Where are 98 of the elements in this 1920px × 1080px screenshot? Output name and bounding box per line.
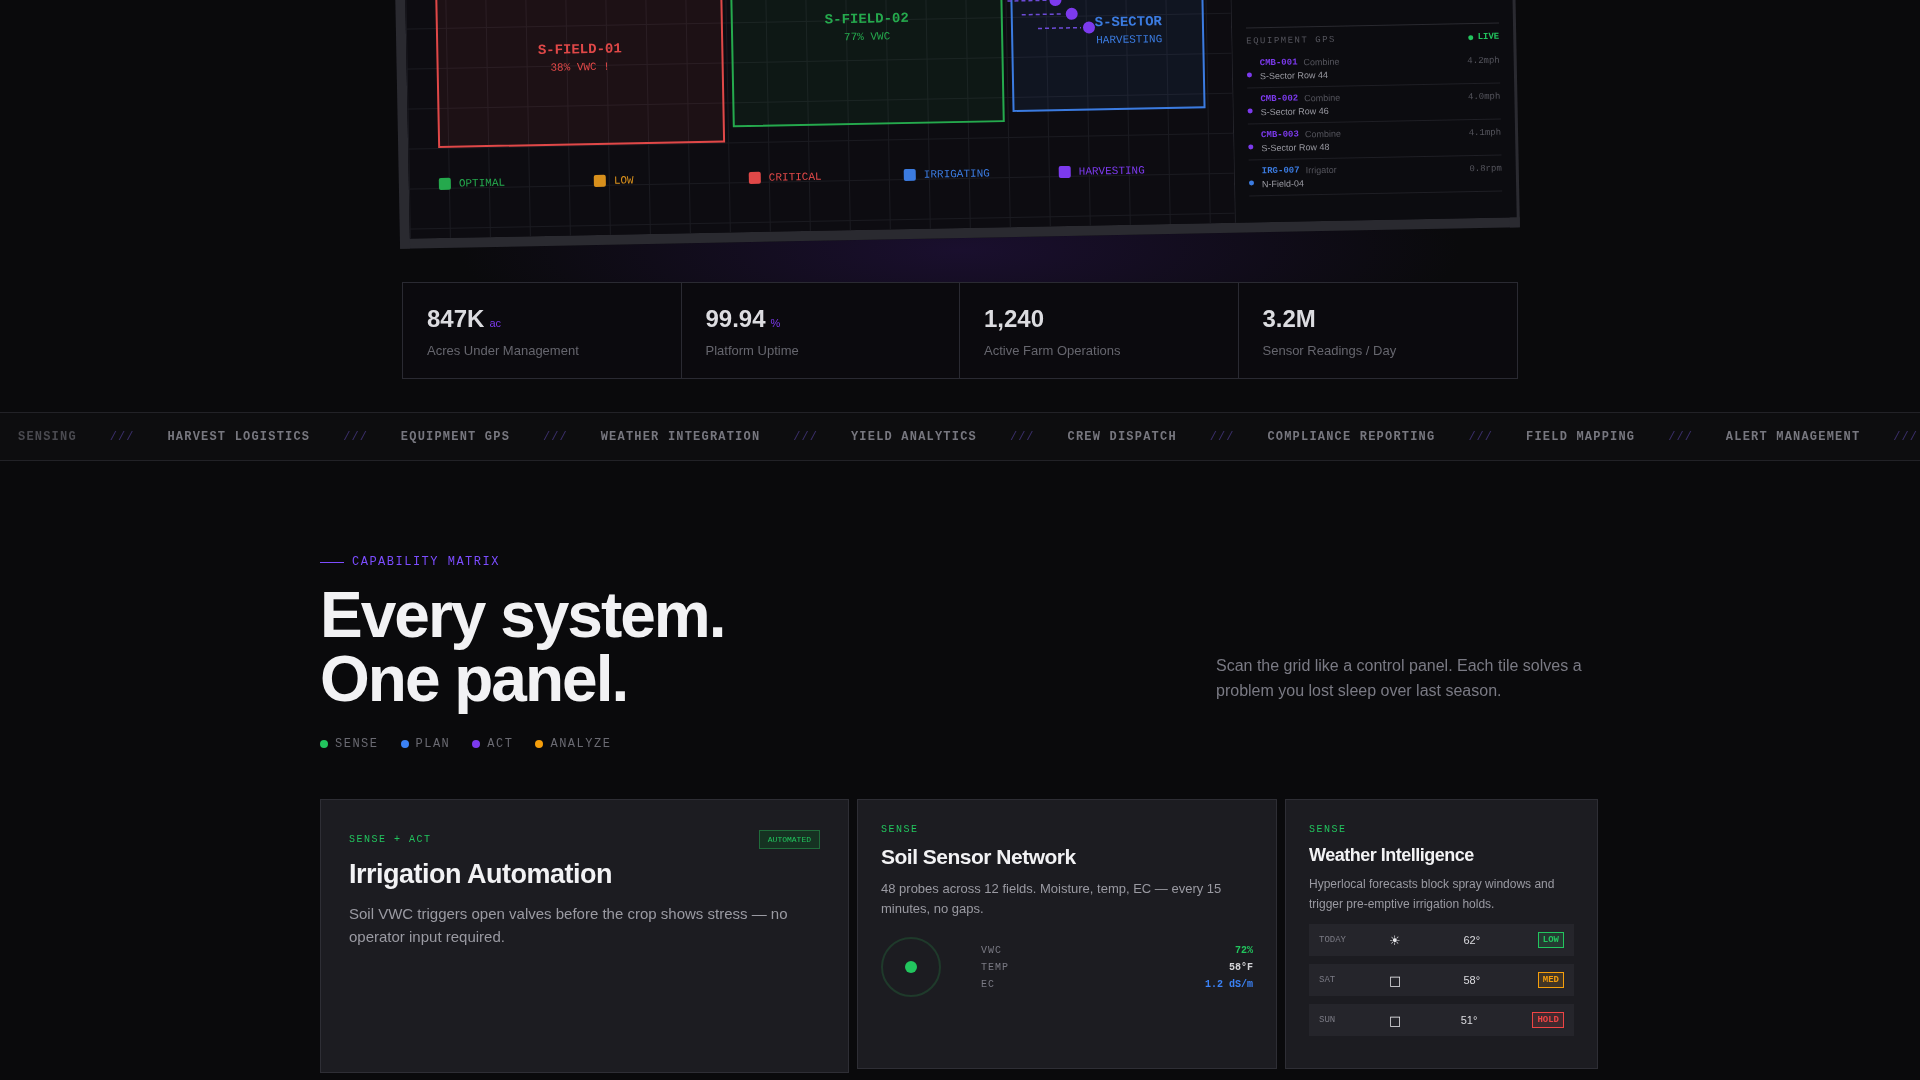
equipment-row[interactable]: CMB-002 Combine S-Sector Row 46 4.0mph <box>1247 83 1501 125</box>
equipment-type: Combine <box>1303 56 1340 68</box>
legend-label: SENSE <box>335 737 379 751</box>
ticker-item: EQUIPMENT GPS <box>400 429 511 444</box>
reading-label: VWC <box>981 944 1003 956</box>
reading-value: 1.2 dS/m <box>1205 978 1253 990</box>
reading-value: 72% <box>1234 944 1253 956</box>
equipment-row[interactable]: CMB-001 Combine S-Sector Row 44 4.2mph <box>1246 47 1501 89</box>
ticker-separator: /// <box>1668 429 1693 444</box>
ticker-separator: /// <box>1209 429 1235 444</box>
ticker-separator: /// <box>1009 429 1035 444</box>
equipment-speed: 0.8rpm <box>1469 163 1502 175</box>
section-eyebrow: CAPABILITY MATRIX <box>352 555 500 569</box>
card-tag: SENSE + ACT <box>349 834 432 845</box>
equipment-type: Combine <box>1304 128 1341 140</box>
legend-label: HARVESTING <box>1078 164 1145 178</box>
status-badge: AUTOMATED <box>758 830 820 849</box>
card-description: Soil VWC triggers open valves before the crop shows stress — no operator input required. <box>349 904 789 947</box>
equipment-type: Irrigator <box>1305 164 1337 176</box>
risk-badge: MED <box>1537 972 1564 988</box>
ticker-item: CREW DISPATCH <box>1067 429 1177 444</box>
forecast-temp: 58° <box>1463 974 1482 986</box>
panel-title: EQUIPMENT GPS <box>1246 34 1337 47</box>
stat-value: 99.94 <box>705 305 766 333</box>
equipment-id: CMB-002 <box>1260 93 1299 105</box>
weather-glyph: □ <box>1389 972 1403 988</box>
card-tag: SENSE <box>1309 824 1347 835</box>
stat-unit: ac <box>489 317 501 329</box>
ticker-item: WEATHER INTEGRATION <box>600 429 761 444</box>
card-title: Irrigation Automation <box>349 859 613 890</box>
ticker-separator: /// <box>109 429 135 444</box>
field-name: S-SECTOR <box>1094 13 1163 31</box>
card-tag: SENSE <box>881 824 919 835</box>
stat-value: 1,240 <box>984 305 1045 333</box>
forecast-day: SAT <box>1319 975 1389 985</box>
card-title: Weather Intelligence <box>1309 845 1475 866</box>
legend-label: LOW <box>613 174 634 187</box>
weather-glyph: ☀ <box>1389 932 1402 948</box>
card-title: Soil Sensor Network <box>881 845 1077 869</box>
field-name: S-FIELD-01 <box>537 40 622 59</box>
equipment-speed: 4.0mph <box>1467 91 1501 103</box>
equipment-id: CMB-001 <box>1259 57 1298 69</box>
field-reading: HARVESTING <box>1096 33 1163 47</box>
ticker-separator: /// <box>343 429 368 444</box>
ticker-separator: /// <box>793 429 818 444</box>
forecast-day: TODAY <box>1319 935 1389 945</box>
ticker-item: SENSING <box>18 429 77 444</box>
risk-badge: HOLD <box>1532 1012 1564 1028</box>
reading-value: 58°F <box>1228 961 1253 973</box>
ticker-item: ALERT MANAGEMENT <box>1725 429 1861 444</box>
equipment-location: N-Field-04 <box>1261 177 1306 190</box>
legend-label: ANALYZE <box>550 737 612 751</box>
equipment-speed: 4.1mph <box>1468 127 1502 139</box>
reading-label: TEMP <box>981 961 1010 973</box>
field-name: S-FIELD-02 <box>824 9 909 28</box>
legend-label: ACT <box>487 737 514 751</box>
card-description: 48 probes across 12 fields. Moisture, temp, EC — every 15 minutes, no gaps. <box>881 880 1223 918</box>
equipment-type: Combine <box>1304 92 1341 104</box>
equipment-speed: 4.2mph <box>1467 55 1500 67</box>
stat-value: 847K <box>427 305 485 333</box>
stat-label: Active Farm Operations <box>984 343 1122 358</box>
stat-label: Acres Under Management <box>427 343 580 358</box>
legend-label: IRRIGATING <box>923 167 990 181</box>
reading-label: EC <box>981 978 996 990</box>
forecast-day: SUN <box>1319 1015 1389 1025</box>
equipment-row[interactable]: IRG-007 Irrigator N-Field-04 0.8rpm <box>1248 155 1503 197</box>
eyebrow-rule <box>320 561 344 563</box>
stat-label: Platform Uptime <box>705 343 800 358</box>
weather-glyph: □ <box>1389 1012 1403 1028</box>
ticker-item: COMPLIANCE REPORTING <box>1267 429 1436 444</box>
legend-label: PLAN <box>415 737 451 751</box>
live-dot-icon <box>1468 34 1474 40</box>
equipment-row[interactable]: CMB-003 Combine S-Sector Row 48 4.1mph <box>1247 119 1502 161</box>
equipment-location: S-Sector Row 46 <box>1260 104 1330 118</box>
legend-label: OPTIMAL <box>458 176 506 190</box>
forecast-temp: 62° <box>1463 934 1482 946</box>
equipment-location: S-Sector Row 44 <box>1259 68 1330 82</box>
field-reading: 38% VWC ! <box>550 60 610 74</box>
stat-unit: % <box>770 317 781 329</box>
ticker-item: HARVEST LOGISTICS <box>167 429 311 444</box>
card-description: Hyperlocal forecasts block spray windows and trigger pre-emptive irrigation holds. <box>1309 876 1556 913</box>
equipment-id: CMB-003 <box>1261 129 1299 141</box>
field-reading: 77% VWC <box>843 30 891 44</box>
forecast-temp: 51° <box>1460 1014 1479 1026</box>
ticker-separator: /// <box>1468 429 1494 444</box>
equipment-id: IRG-007 <box>1261 165 1300 177</box>
legend-label: CRITICAL <box>768 170 822 184</box>
ticker-item: YIELD ANALYTICS <box>850 429 977 444</box>
stat-value: 3.2M <box>1262 305 1316 333</box>
risk-badge: LOW <box>1537 932 1564 948</box>
ticker-item: FIELD MAPPING <box>1526 429 1636 444</box>
sensor-gauge-icon <box>881 937 941 997</box>
live-status: LIVE <box>1477 31 1500 42</box>
section-description: Scan the grid like a control panel. Each tile solves a problem you lost sleep over last season. <box>1216 656 1583 701</box>
equipment-location: S-Sector Row 48 <box>1261 140 1331 154</box>
stat-label: Sensor Readings / Day <box>1262 343 1398 358</box>
ticker-separator: /// <box>543 429 568 444</box>
ticker-separator: /// <box>1893 429 1918 444</box>
